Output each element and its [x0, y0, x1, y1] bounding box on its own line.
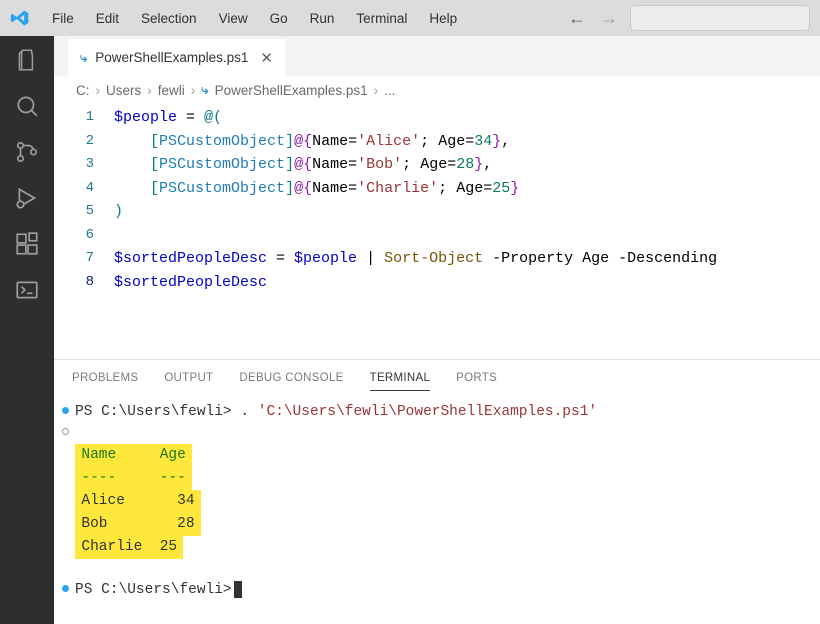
terminal-cursor — [234, 581, 242, 598]
nav-back-icon[interactable]: ← — [568, 8, 586, 29]
activity-bar — [0, 36, 54, 624]
status-circle-icon — [62, 428, 69, 435]
breadcrumb-file[interactable]: PowerShellExamples.ps1 — [215, 83, 368, 98]
menu-file[interactable]: File — [42, 7, 84, 30]
search-icon[interactable] — [13, 92, 41, 120]
menu-edit[interactable]: Edit — [86, 7, 129, 30]
menu-help[interactable]: Help — [419, 7, 467, 30]
powershell-file-icon: ⤷ — [80, 50, 87, 66]
terminal[interactable]: PS C:\Users\fewli> . 'C:\Users\fewli\Pow… — [54, 396, 820, 624]
close-tab-icon[interactable]: ✕ — [260, 49, 273, 67]
nav-forward-icon[interactable]: → — [600, 8, 618, 29]
breadcrumb-folder[interactable]: fewli — [158, 83, 185, 98]
panel: PROBLEMS OUTPUT DEBUG CONSOLE TERMINAL P… — [54, 359, 820, 624]
terminal-output-highlight: Name Age — [75, 444, 191, 467]
breadcrumb-more[interactable]: ... — [384, 83, 395, 98]
powershell-file-icon: ⤷ — [201, 82, 208, 98]
breadcrumb-drive[interactable]: C: — [76, 83, 90, 98]
command-center-input[interactable] — [630, 5, 810, 31]
chevron-right-icon: › — [374, 83, 379, 98]
chevron-right-icon: › — [191, 83, 196, 98]
status-dot-icon — [62, 407, 69, 414]
panel-tabs: PROBLEMS OUTPUT DEBUG CONSOLE TERMINAL P… — [54, 360, 820, 396]
menu-go[interactable]: Go — [260, 7, 298, 30]
panel-tab-debug-console[interactable]: DEBUG CONSOLE — [239, 366, 343, 390]
chevron-right-icon: › — [147, 83, 152, 98]
breadcrumb[interactable]: C: › Users › fewli › ⤷ PowerShellExample… — [54, 76, 820, 104]
powershell-ext-icon[interactable] — [13, 276, 41, 304]
titlebar: File Edit Selection View Go Run Terminal… — [0, 0, 820, 36]
breadcrumb-folder[interactable]: Users — [106, 83, 141, 98]
explorer-icon[interactable] — [13, 46, 41, 74]
editor-tab[interactable]: ⤷ PowerShellExamples.ps1 ✕ — [68, 38, 285, 76]
menu-run[interactable]: Run — [300, 7, 345, 30]
panel-tab-problems[interactable]: PROBLEMS — [72, 366, 138, 390]
extensions-icon[interactable] — [13, 230, 41, 258]
source-control-icon[interactable] — [13, 138, 41, 166]
panel-tab-output[interactable]: OUTPUT — [164, 366, 213, 390]
menu-selection[interactable]: Selection — [131, 7, 207, 30]
vscode-logo-icon — [6, 4, 34, 32]
menu-view[interactable]: View — [209, 7, 258, 30]
tab-filename: PowerShellExamples.ps1 — [95, 50, 248, 65]
panel-tab-terminal[interactable]: TERMINAL — [370, 366, 431, 391]
chevron-right-icon: › — [96, 83, 101, 98]
menu-terminal[interactable]: Terminal — [346, 7, 417, 30]
code-editor[interactable]: 1$people = @( 2 [PSCustomObject]@{Name='… — [54, 104, 820, 359]
panel-tab-ports[interactable]: PORTS — [456, 366, 497, 390]
status-dot-icon — [62, 585, 69, 592]
editor-tab-bar: ⤷ PowerShellExamples.ps1 ✕ — [54, 36, 820, 76]
run-debug-icon[interactable] — [13, 184, 41, 212]
